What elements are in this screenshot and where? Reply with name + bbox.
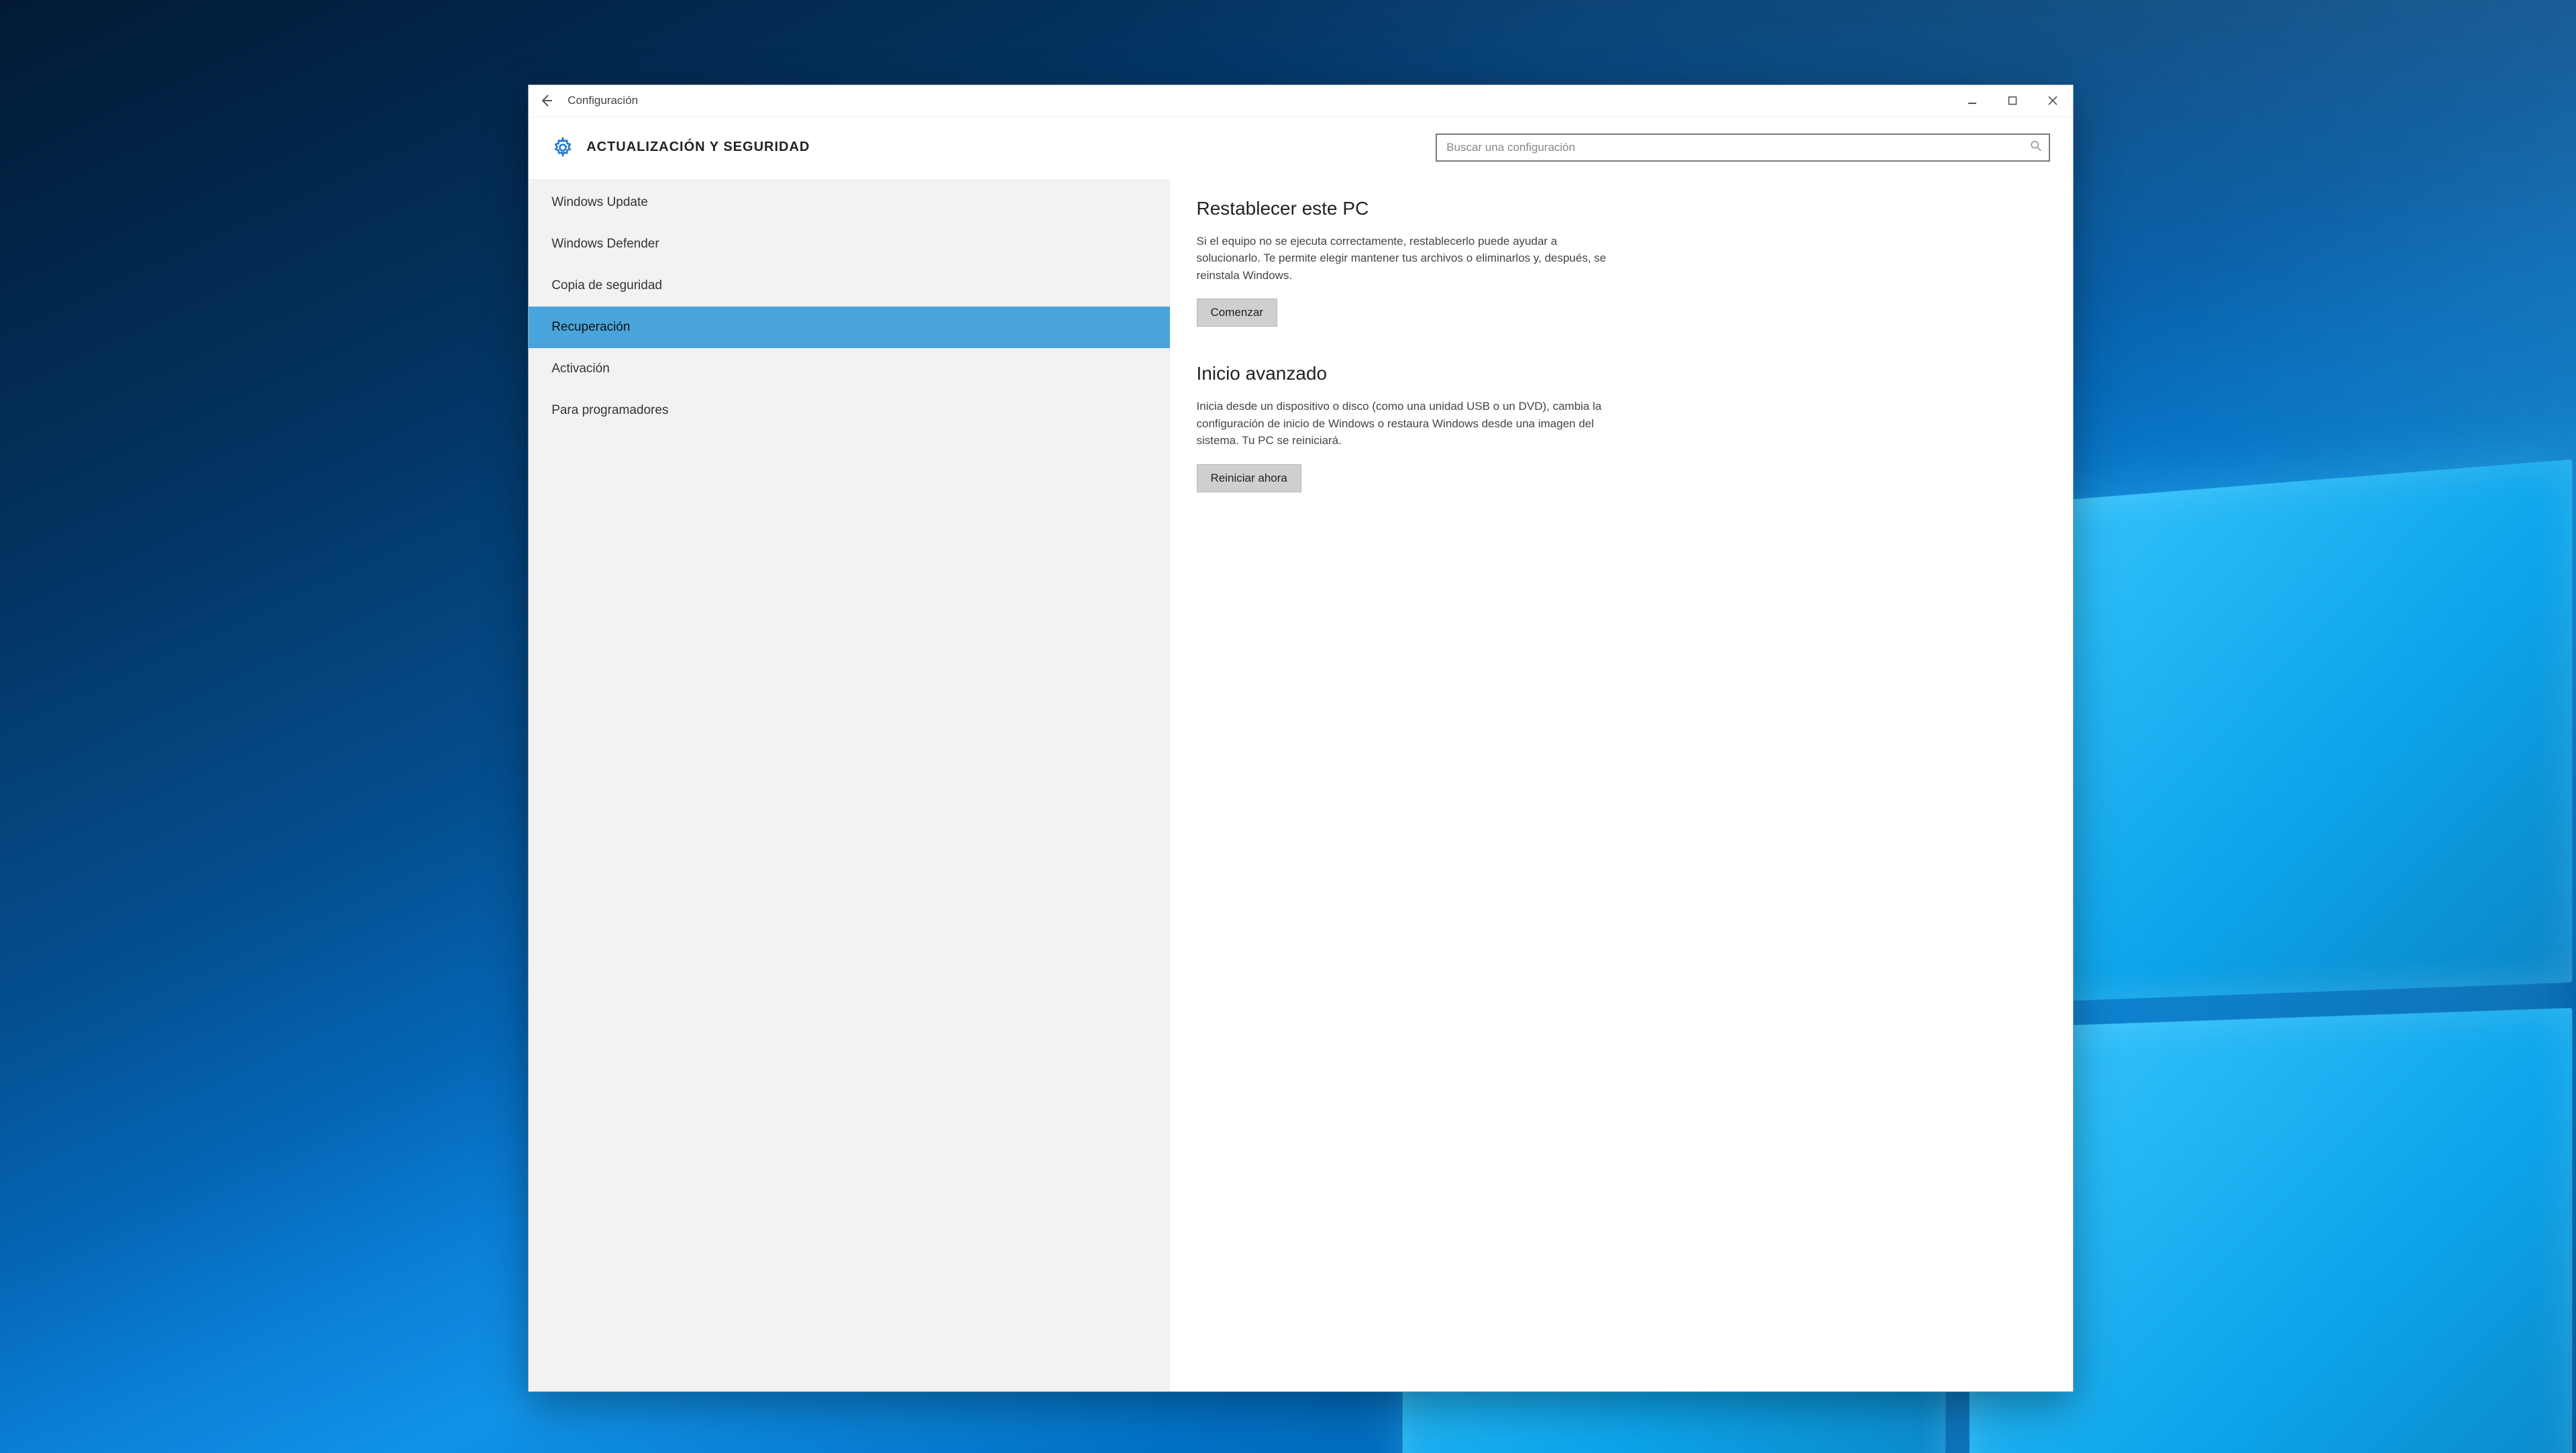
search-input[interactable] (1436, 133, 2050, 162)
sidebar-item-for-developers[interactable]: Para programadores (529, 390, 1169, 431)
settings-window: Configuración ACTUALIZACIÓN Y SEGU (528, 85, 2074, 1392)
sidebar-item-label: Recuperación (551, 320, 630, 334)
sidebar-item-label: Activación (551, 362, 610, 376)
category-header: ACTUALIZACIÓN Y SEGURIDAD (529, 117, 2073, 179)
search-container (1436, 133, 2050, 162)
settings-body: Windows Update Windows Defender Copia de… (529, 179, 2073, 1391)
sidebar-item-activation[interactable]: Activación (529, 348, 1169, 390)
sidebar-item-backup[interactable]: Copia de seguridad (529, 265, 1169, 307)
sidebar-item-label: Copia de seguridad (551, 278, 662, 292)
sidebar: Windows Update Windows Defender Copia de… (529, 179, 1169, 1391)
window-controls (1952, 85, 2073, 117)
gear-icon (551, 136, 574, 159)
close-icon (2048, 96, 2057, 105)
sidebar-item-windows-update[interactable]: Windows Update (529, 182, 1169, 223)
sidebar-item-label: Windows Defender (551, 237, 659, 251)
maximize-button[interactable] (1992, 85, 2033, 117)
back-button[interactable] (529, 85, 564, 117)
minimize-button[interactable] (1952, 85, 1992, 117)
section-description: Inicia desde un dispositivo o disco (com… (1197, 398, 1613, 449)
titlebar: Configuración (529, 85, 2073, 117)
section-heading: Restablecer este PC (1197, 198, 2047, 219)
minimize-icon (1968, 96, 1977, 105)
reset-pc-section: Restablecer este PC Si el equipo no se e… (1197, 198, 2047, 327)
section-heading: Inicio avanzado (1197, 363, 2047, 384)
section-description: Si el equipo no se ejecuta correctamente… (1197, 233, 1613, 284)
sidebar-item-windows-defender[interactable]: Windows Defender (529, 223, 1169, 265)
sidebar-item-label: Para programadores (551, 403, 668, 417)
category-title: ACTUALIZACIÓN Y SEGURIDAD (586, 140, 810, 155)
restart-now-button[interactable]: Reiniciar ahora (1197, 464, 1301, 492)
maximize-icon (2008, 96, 2017, 105)
window-title: Configuración (564, 94, 638, 107)
close-button[interactable] (2033, 85, 2073, 117)
sidebar-item-label: Windows Update (551, 195, 648, 209)
content-pane: Restablecer este PC Si el equipo no se e… (1170, 179, 2074, 1391)
reset-pc-start-button[interactable]: Comenzar (1197, 299, 1277, 327)
sidebar-item-recovery[interactable]: Recuperación (529, 307, 1169, 348)
arrow-left-icon (538, 93, 554, 109)
advanced-startup-section: Inicio avanzado Inicia desde un disposit… (1197, 363, 2047, 492)
